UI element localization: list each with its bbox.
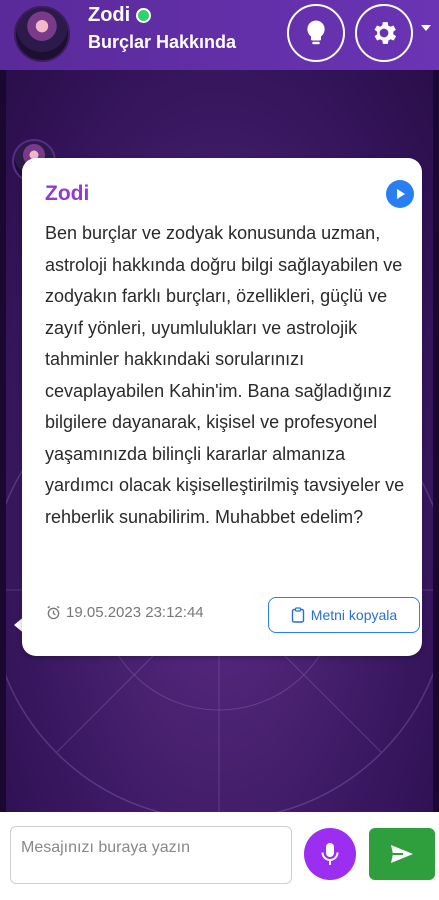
timestamp-text: 19.05.2023 23:12:44 — [66, 604, 204, 621]
header-subtitle: Burçlar Hakkında — [88, 32, 237, 52]
message-text: Ben burçlar ve zodyak konusunda uzman, a… — [45, 223, 405, 527]
bot-name: Zodi — [88, 4, 131, 26]
header-name-row: Zodi — [88, 4, 152, 27]
lightbulb-icon — [307, 20, 325, 45]
message-timestamp: 19.05.2023 23:12:44 — [46, 604, 204, 621]
suggestions-button[interactable] — [287, 4, 345, 62]
alarm-clock-icon — [47, 605, 60, 620]
play-icon — [397, 189, 405, 199]
settings-button[interactable] — [355, 4, 413, 62]
microphone-button[interactable] — [304, 828, 356, 880]
chat-area[interactable]: Zodi Ben burçlar ve zodyak konusunda uzm… — [6, 70, 433, 812]
chat-header: Zodi Burçlar Hakkında — [0, 0, 439, 70]
clipboard-icon — [291, 607, 304, 623]
message-input[interactable] — [10, 826, 292, 884]
chevron-down-icon[interactable] — [420, 22, 432, 34]
send-button[interactable] — [369, 828, 435, 880]
play-audio-button[interactable] — [386, 180, 414, 208]
right-border — [433, 70, 439, 900]
copy-text-button[interactable]: Metni kopyala — [268, 597, 420, 633]
online-status-dot — [136, 8, 152, 23]
copy-text-label: Metni kopyala — [310, 607, 398, 623]
header-avatar — [14, 6, 70, 62]
send-icon — [391, 845, 413, 863]
message-sender: Zodi — [45, 182, 90, 205]
message-composer — [0, 812, 439, 900]
gear-icon — [374, 22, 397, 44]
microphone-icon — [321, 843, 339, 865]
bot-message-bubble: Zodi Ben burçlar ve zodyak konusunda uzm… — [22, 158, 422, 656]
